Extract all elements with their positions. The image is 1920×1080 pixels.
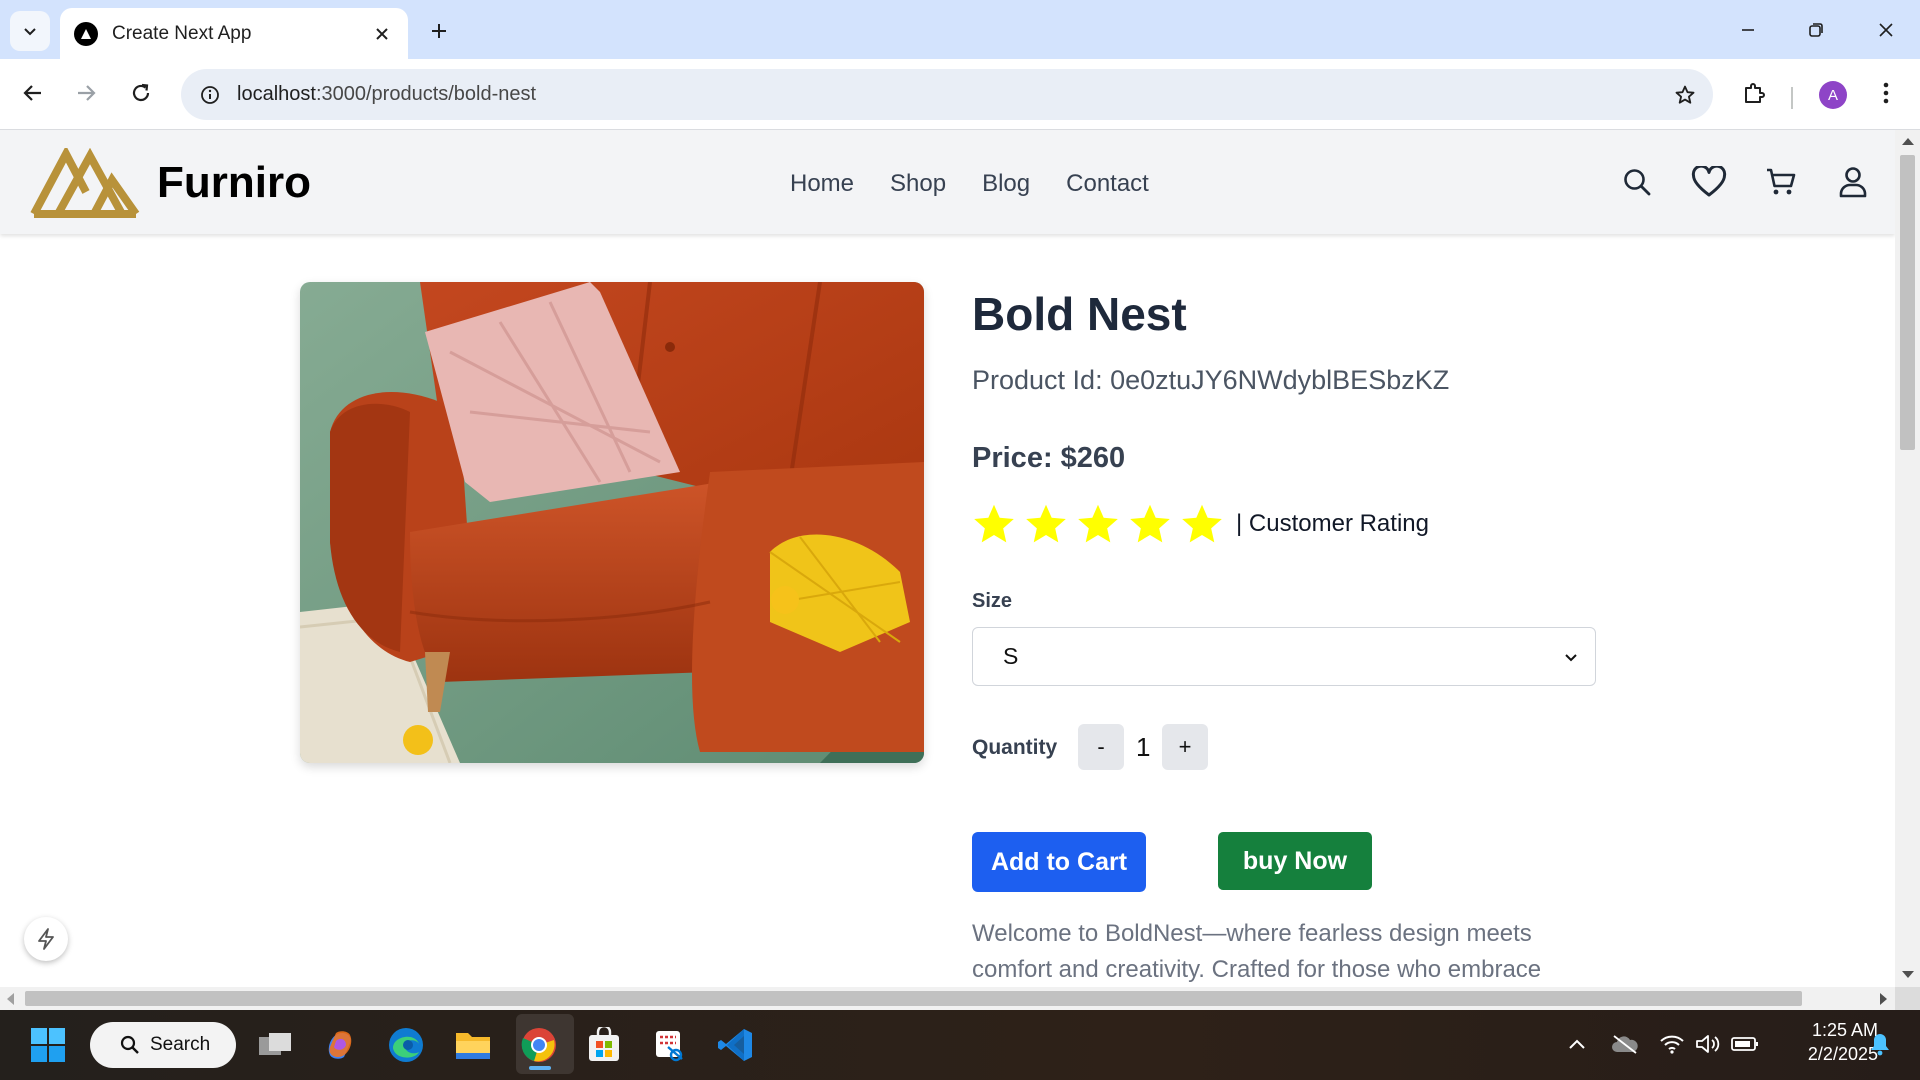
url-path: :3000/products/bold-nest bbox=[315, 83, 537, 105]
microsoft-store-icon[interactable] bbox=[582, 1023, 626, 1067]
taskbar-clock[interactable]: 1:25 AM 2/2/2025 bbox=[1770, 1018, 1878, 1066]
bookmark-star-icon[interactable] bbox=[1671, 81, 1699, 109]
star-icon bbox=[1130, 504, 1170, 543]
product-id: Product Id: 0e0ztuJY6NWdyblBESbzKZ bbox=[972, 365, 1450, 395]
notification-bell-icon[interactable] bbox=[1866, 1022, 1894, 1066]
star-icon bbox=[974, 504, 1014, 543]
tab-close-icon[interactable] bbox=[370, 22, 394, 46]
snipping-tool-icon[interactable] bbox=[648, 1023, 692, 1067]
cart-icon[interactable] bbox=[1761, 162, 1801, 202]
nav-home[interactable]: Home bbox=[790, 170, 854, 198]
search-icon bbox=[120, 1035, 139, 1054]
forward-arrow-icon[interactable] bbox=[64, 71, 108, 115]
nav-contact[interactable]: Contact bbox=[1066, 170, 1149, 198]
rating-label: | Customer Rating bbox=[1236, 510, 1429, 537]
taskbar-search-label: Search bbox=[150, 1034, 211, 1055]
product-image bbox=[300, 282, 924, 763]
nextjs-favicon-icon bbox=[74, 21, 98, 46]
rating-stars: | Customer Rating bbox=[972, 502, 1429, 546]
product-description: Welcome to BoldNest—where fearless desig… bbox=[972, 920, 1542, 983]
site-header: Furniro Home Shop Blog Contact bbox=[0, 130, 1895, 234]
toolbar-separator bbox=[1791, 87, 1793, 109]
vertical-scroll-thumb[interactable] bbox=[1900, 155, 1915, 450]
tray-chevron-up-icon[interactable] bbox=[1562, 1022, 1592, 1066]
scrollbar-corner bbox=[1895, 987, 1920, 1010]
close-window-icon[interactable] bbox=[1852, 0, 1920, 59]
vertical-scrollbar[interactable] bbox=[1895, 130, 1920, 987]
quantity-label: Quantity bbox=[972, 736, 1058, 759]
back-arrow-icon[interactable] bbox=[11, 71, 55, 115]
scroll-down-arrow-icon[interactable] bbox=[1902, 971, 1914, 978]
size-select[interactable]: S bbox=[972, 627, 1596, 686]
search-icon[interactable] bbox=[1617, 162, 1657, 202]
address-bar[interactable]: localhost:3000/products/bold-nest bbox=[181, 69, 1713, 120]
new-tab-icon[interactable] bbox=[422, 14, 456, 48]
task-view-icon[interactable] bbox=[253, 1023, 297, 1067]
battery-icon[interactable] bbox=[1730, 1022, 1760, 1066]
chevron-down-icon bbox=[1565, 653, 1577, 661]
quantity-value: 1 bbox=[1136, 732, 1151, 762]
size-select-value: S bbox=[1003, 643, 1019, 669]
url-host: localhost bbox=[237, 83, 316, 105]
tab-title: Create Next App bbox=[112, 22, 252, 44]
chrome-browser-icon[interactable] bbox=[517, 1023, 561, 1067]
nav-shop[interactable]: Shop bbox=[890, 170, 946, 198]
browser-toolbar: localhost:3000/products/bold-nest A bbox=[0, 59, 1920, 130]
profile-avatar[interactable]: A bbox=[1819, 81, 1847, 109]
copilot-icon[interactable] bbox=[318, 1023, 362, 1067]
windows-start-icon[interactable] bbox=[26, 1023, 70, 1067]
chrome-running-indicator bbox=[529, 1066, 551, 1070]
vscode-icon[interactable] bbox=[714, 1023, 758, 1067]
quantity-increase-button[interactable]: + bbox=[1162, 724, 1208, 770]
wifi-icon[interactable] bbox=[1658, 1022, 1686, 1066]
add-to-cart-button[interactable]: Add to Cart bbox=[972, 832, 1146, 892]
heart-icon[interactable] bbox=[1689, 162, 1729, 202]
onedrive-cloud-icon[interactable] bbox=[1610, 1022, 1640, 1066]
browser-tab-bar: Create Next App bbox=[0, 0, 1920, 59]
file-explorer-icon[interactable] bbox=[451, 1023, 495, 1067]
scroll-left-arrow-icon[interactable] bbox=[7, 993, 14, 1005]
nav-blog[interactable]: Blog bbox=[982, 170, 1030, 198]
scroll-up-arrow-icon[interactable] bbox=[1902, 138, 1914, 145]
extensions-puzzle-icon[interactable] bbox=[1732, 71, 1776, 115]
taskbar-search-box[interactable]: Search bbox=[90, 1022, 236, 1068]
scroll-right-arrow-icon[interactable] bbox=[1880, 993, 1887, 1005]
user-account-icon[interactable] bbox=[1833, 162, 1873, 202]
star-icon bbox=[1078, 504, 1118, 543]
menu-kebab-icon[interactable] bbox=[1864, 71, 1908, 115]
reload-icon[interactable] bbox=[119, 71, 163, 115]
volume-icon[interactable] bbox=[1694, 1022, 1722, 1066]
horizontal-scroll-thumb[interactable] bbox=[25, 991, 1802, 1006]
brand-name[interactable]: Furniro bbox=[157, 158, 311, 208]
product-title: Bold Nest bbox=[972, 288, 1187, 340]
clock-date: 2/2/2025 bbox=[1807, 1044, 1878, 1064]
minimize-icon[interactable] bbox=[1714, 0, 1782, 59]
clock-time: 1:25 AM bbox=[1811, 1020, 1878, 1040]
buy-now-button[interactable]: buy Now bbox=[1218, 832, 1372, 890]
edge-browser-icon[interactable] bbox=[384, 1023, 428, 1067]
product-price: Price: $260 bbox=[972, 442, 1126, 474]
star-icon bbox=[1026, 504, 1066, 543]
nextjs-devtools-lightning-icon[interactable] bbox=[24, 917, 68, 961]
chevron-down-icon bbox=[24, 28, 36, 36]
star-icon bbox=[1182, 504, 1222, 543]
tab-search-button[interactable] bbox=[10, 11, 50, 51]
main-nav: Home Shop Blog Contact bbox=[790, 170, 1149, 198]
furniro-logo-icon[interactable] bbox=[28, 148, 140, 218]
restore-icon[interactable] bbox=[1782, 0, 1850, 59]
quantity-decrease-button[interactable]: - bbox=[1078, 724, 1124, 770]
browser-tab-active[interactable]: Create Next App bbox=[60, 8, 408, 59]
size-label: Size bbox=[972, 590, 1013, 612]
site-info-icon[interactable] bbox=[197, 82, 223, 108]
horizontal-scrollbar[interactable] bbox=[0, 987, 1895, 1010]
url-text: localhost:3000/products/bold-nest bbox=[237, 83, 536, 106]
page-viewport: Furniro Home Shop Blog Contact Bold Nest… bbox=[0, 130, 1895, 987]
